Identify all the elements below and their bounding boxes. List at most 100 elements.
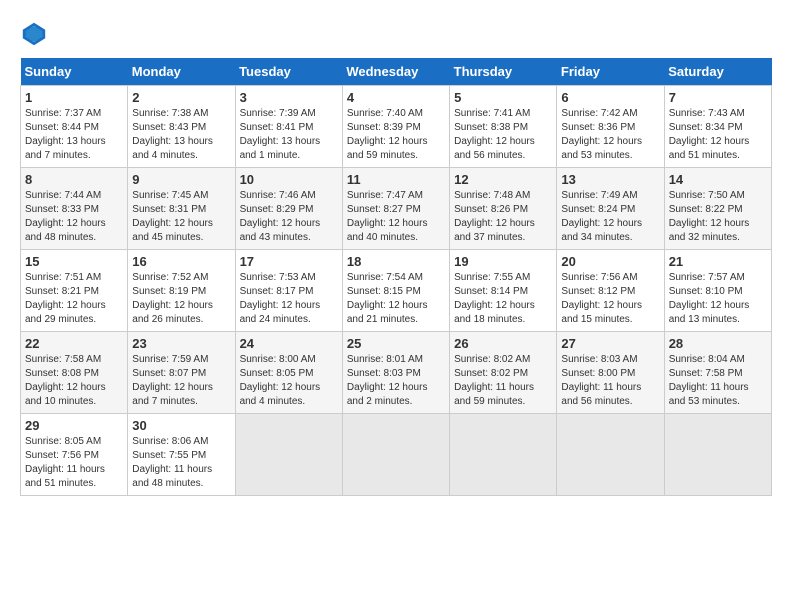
day-info: Sunrise: 7:43 AM Sunset: 8:34 PM Dayligh… — [669, 107, 767, 163]
calendar-cell: 16 Sunrise: 7:52 AM Sunset: 8:19 PM Dayli… — [128, 250, 235, 332]
day-number: 25 — [347, 336, 445, 351]
day-info: Sunrise: 7:42 AM Sunset: 8:36 PM Dayligh… — [561, 107, 659, 163]
day-number: 9 — [132, 172, 230, 187]
day-info: Sunrise: 7:53 AM Sunset: 8:17 PM Dayligh… — [240, 271, 338, 327]
calendar-cell: 8 Sunrise: 7:44 AM Sunset: 8:33 PM Daylig… — [21, 168, 128, 250]
day-info: Sunrise: 8:05 AM Sunset: 7:56 PM Dayligh… — [25, 435, 123, 491]
calendar-table: SundayMondayTuesdayWednesdayThursdayFrid… — [20, 58, 772, 496]
column-header-monday: Monday — [128, 58, 235, 86]
calendar-week-1: 1 Sunrise: 7:37 AM Sunset: 8:44 PM Daylig… — [21, 86, 772, 168]
calendar-cell: 5 Sunrise: 7:41 AM Sunset: 8:38 PM Daylig… — [450, 86, 557, 168]
day-info: Sunrise: 8:06 AM Sunset: 7:55 PM Dayligh… — [132, 435, 230, 491]
day-info: Sunrise: 7:41 AM Sunset: 8:38 PM Dayligh… — [454, 107, 552, 163]
day-number: 3 — [240, 90, 338, 105]
day-info: Sunrise: 7:39 AM Sunset: 8:41 PM Dayligh… — [240, 107, 338, 163]
calendar-header-row: SundayMondayTuesdayWednesdayThursdayFrid… — [21, 58, 772, 86]
day-number: 18 — [347, 254, 445, 269]
day-number: 2 — [132, 90, 230, 105]
day-info: Sunrise: 7:54 AM Sunset: 8:15 PM Dayligh… — [347, 271, 445, 327]
day-info: Sunrise: 7:51 AM Sunset: 8:21 PM Dayligh… — [25, 271, 123, 327]
day-number: 24 — [240, 336, 338, 351]
calendar-cell — [557, 414, 664, 496]
logo — [20, 20, 52, 48]
calendar-cell: 27 Sunrise: 8:03 AM Sunset: 8:00 PM Dayli… — [557, 332, 664, 414]
day-number: 14 — [669, 172, 767, 187]
day-info: Sunrise: 8:01 AM Sunset: 8:03 PM Dayligh… — [347, 353, 445, 409]
day-number: 29 — [25, 418, 123, 433]
calendar-cell: 13Sunrise: 7:49 AM Sunset: 8:24 PM Dayli… — [557, 168, 664, 250]
day-info: Sunrise: 7:40 AM Sunset: 8:39 PM Dayligh… — [347, 107, 445, 163]
calendar-cell: 7 Sunrise: 7:43 AM Sunset: 8:34 PM Daylig… — [664, 86, 771, 168]
day-info: Sunrise: 7:55 AM Sunset: 8:14 PM Dayligh… — [454, 271, 552, 327]
day-number: 1 — [25, 90, 123, 105]
calendar-week-2: 8 Sunrise: 7:44 AM Sunset: 8:33 PM Daylig… — [21, 168, 772, 250]
day-info: Sunrise: 8:02 AM Sunset: 8:02 PM Dayligh… — [454, 353, 552, 409]
calendar-cell: 24Sunrise: 8:00 AM Sunset: 8:05 PM Dayli… — [235, 332, 342, 414]
column-header-tuesday: Tuesday — [235, 58, 342, 86]
day-info: Sunrise: 7:46 AM Sunset: 8:29 PM Dayligh… — [240, 189, 338, 245]
day-info: Sunrise: 7:37 AM Sunset: 8:44 PM Dayligh… — [25, 107, 123, 163]
calendar-cell: 11 Sunrise: 7:47 AM Sunset: 8:27 PM Dayli… — [342, 168, 449, 250]
day-number: 20 — [561, 254, 659, 269]
calendar-cell — [235, 414, 342, 496]
day-info: Sunrise: 7:50 AM Sunset: 8:22 PM Dayligh… — [669, 189, 767, 245]
day-number: 7 — [669, 90, 767, 105]
logo-icon — [20, 20, 48, 48]
calendar-cell — [664, 414, 771, 496]
calendar-cell: 21 Sunrise: 7:57 AM Sunset: 8:10 PM Dayli… — [664, 250, 771, 332]
day-number: 4 — [347, 90, 445, 105]
calendar-cell: 15 Sunrise: 7:51 AM Sunset: 8:21 PM Dayli… — [21, 250, 128, 332]
calendar-cell: 4 Sunrise: 7:40 AM Sunset: 8:39 PM Daylig… — [342, 86, 449, 168]
day-number: 26 — [454, 336, 552, 351]
day-number: 22 — [25, 336, 123, 351]
calendar-cell: 19 Sunrise: 7:55 AM Sunset: 8:14 PM Dayli… — [450, 250, 557, 332]
day-number: 10 — [240, 172, 338, 187]
calendar-cell: 10 Sunrise: 7:46 AM Sunset: 8:29 PM Dayli… — [235, 168, 342, 250]
day-number: 23 — [132, 336, 230, 351]
day-number: 30 — [132, 418, 230, 433]
day-info: Sunrise: 7:57 AM Sunset: 8:10 PM Dayligh… — [669, 271, 767, 327]
calendar-cell: 17 Sunrise: 7:53 AM Sunset: 8:17 PM Dayli… — [235, 250, 342, 332]
day-info: Sunrise: 7:49 AM Sunset: 8:24 PM Dayligh… — [561, 189, 659, 245]
day-info: Sunrise: 7:52 AM Sunset: 8:19 PM Dayligh… — [132, 271, 230, 327]
page-header — [20, 20, 772, 48]
day-number: 27 — [561, 336, 659, 351]
day-info: Sunrise: 8:04 AM Sunset: 7:58 PM Dayligh… — [669, 353, 767, 409]
column-header-saturday: Saturday — [664, 58, 771, 86]
column-header-thursday: Thursday — [450, 58, 557, 86]
day-number: 11 — [347, 172, 445, 187]
day-number: 28 — [669, 336, 767, 351]
day-number: 19 — [454, 254, 552, 269]
calendar-cell: 9 Sunrise: 7:45 AM Sunset: 8:31 PM Daylig… — [128, 168, 235, 250]
day-number: 16 — [132, 254, 230, 269]
day-number: 21 — [669, 254, 767, 269]
column-header-wednesday: Wednesday — [342, 58, 449, 86]
calendar-week-3: 15 Sunrise: 7:51 AM Sunset: 8:21 PM Dayli… — [21, 250, 772, 332]
calendar-cell: 22Sunrise: 7:58 AM Sunset: 8:08 PM Dayli… — [21, 332, 128, 414]
day-number: 5 — [454, 90, 552, 105]
calendar-cell: 20 Sunrise: 7:56 AM Sunset: 8:12 PM Dayli… — [557, 250, 664, 332]
calendar-cell: 14 Sunrise: 7:50 AM Sunset: 8:22 PM Dayli… — [664, 168, 771, 250]
day-number: 12 — [454, 172, 552, 187]
day-info: Sunrise: 7:56 AM Sunset: 8:12 PM Dayligh… — [561, 271, 659, 327]
calendar-cell: 2 Sunrise: 7:38 AM Sunset: 8:43 PM Daylig… — [128, 86, 235, 168]
calendar-cell: 3 Sunrise: 7:39 AM Sunset: 8:41 PM Daylig… — [235, 86, 342, 168]
day-number: 6 — [561, 90, 659, 105]
calendar-week-5: 29 Sunrise: 8:05 AM Sunset: 7:56 PM Dayli… — [21, 414, 772, 496]
day-info: Sunrise: 8:03 AM Sunset: 8:00 PM Dayligh… — [561, 353, 659, 409]
calendar-cell: 12Sunrise: 7:48 AM Sunset: 8:26 PM Dayli… — [450, 168, 557, 250]
day-info: Sunrise: 7:45 AM Sunset: 8:31 PM Dayligh… — [132, 189, 230, 245]
day-info: Sunrise: 7:47 AM Sunset: 8:27 PM Dayligh… — [347, 189, 445, 245]
calendar-cell: 28 Sunrise: 8:04 AM Sunset: 7:58 PM Dayli… — [664, 332, 771, 414]
calendar-cell: 23Sunrise: 7:59 AM Sunset: 8:07 PM Dayli… — [128, 332, 235, 414]
calendar-cell: 30 Sunrise: 8:06 AM Sunset: 7:55 PM Dayli… — [128, 414, 235, 496]
column-header-friday: Friday — [557, 58, 664, 86]
day-number: 15 — [25, 254, 123, 269]
day-info: Sunrise: 7:44 AM Sunset: 8:33 PM Dayligh… — [25, 189, 123, 245]
calendar-cell: 26 Sunrise: 8:02 AM Sunset: 8:02 PM Dayli… — [450, 332, 557, 414]
day-number: 17 — [240, 254, 338, 269]
day-number: 8 — [25, 172, 123, 187]
calendar-week-4: 22Sunrise: 7:58 AM Sunset: 8:08 PM Dayli… — [21, 332, 772, 414]
day-info: Sunrise: 7:38 AM Sunset: 8:43 PM Dayligh… — [132, 107, 230, 163]
calendar-cell: 25 Sunrise: 8:01 AM Sunset: 8:03 PM Dayli… — [342, 332, 449, 414]
